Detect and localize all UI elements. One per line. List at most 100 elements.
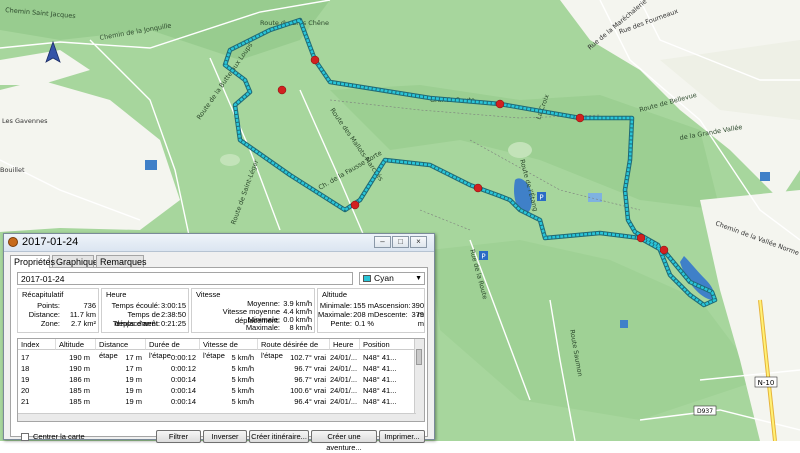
- stat-value: 8 km/h: [289, 323, 312, 332]
- stat-label: Descente:: [374, 310, 408, 319]
- table-cell[interactable]: 17: [21, 352, 53, 363]
- table-cell[interactable]: 185 m: [56, 385, 90, 396]
- track-direction-arrow: [575, 113, 585, 123]
- column-header[interactable]: Index: [18, 339, 56, 350]
- table-cell[interactable]: 19: [21, 374, 53, 385]
- column-header[interactable]: Route désirée de l'étape: [258, 339, 330, 360]
- tab-graph[interactable]: Graphique: [52, 255, 98, 267]
- table-cell[interactable]: 185 m: [56, 396, 90, 407]
- trackpoint-table[interactable]: Index Altitude Distance étape Durée de l…: [17, 338, 425, 422]
- table-cell[interactable]: 24/01/...: [330, 385, 360, 396]
- table-cell[interactable]: 20: [21, 385, 53, 396]
- invert-button[interactable]: Inverser: [203, 430, 247, 443]
- table-cell[interactable]: N48° 41...: [363, 363, 413, 374]
- horizontal-scrollbar[interactable]: [18, 413, 416, 421]
- table-cell[interactable]: 24/01/...: [330, 396, 360, 407]
- stat-label: Points:: [37, 301, 60, 310]
- table-cell[interactable]: 102.7° vrai: [258, 352, 326, 363]
- column-header[interactable]: Altitude: [56, 339, 96, 350]
- stat-label: Maximale:: [245, 323, 280, 332]
- table-cell[interactable]: 190 m: [56, 352, 90, 363]
- table-cell[interactable]: 5 km/h: [200, 363, 254, 374]
- color-select[interactable]: Cyan ▼: [359, 272, 425, 285]
- stat-label: Pente:: [330, 319, 352, 328]
- create-route-button[interactable]: Créer itinéraire...: [249, 430, 309, 443]
- table-cell[interactable]: 96.7° vrai: [258, 374, 326, 385]
- track-properties-window[interactable]: 2017-01-24 – □ × Propriétés Graphique Re…: [3, 233, 435, 452]
- table-cell[interactable]: 100.6° vrai: [258, 385, 326, 396]
- track-direction-arrow: [636, 233, 646, 243]
- map-label-bouillet: Bouillet: [0, 166, 25, 174]
- track-direction-arrow: [310, 55, 320, 65]
- stat-value: 0.1 %: [354, 319, 374, 328]
- table-cell[interactable]: 5 km/h: [200, 396, 254, 407]
- maximize-button[interactable]: □: [392, 236, 409, 248]
- track-name-input[interactable]: 2017-01-24: [17, 272, 353, 285]
- table-cell[interactable]: 0:00:14: [146, 396, 196, 407]
- column-header[interactable]: Position: [360, 339, 416, 350]
- column-header[interactable]: Vitesse de l'étape: [200, 339, 258, 360]
- center-map-checkbox[interactable]: [21, 433, 29, 441]
- table-cell[interactable]: 190 m: [56, 363, 90, 374]
- properties-panel: 2017-01-24 Cyan ▼ Récapitulatif Points: …: [10, 267, 428, 452]
- table-cell[interactable]: 21: [21, 396, 53, 407]
- table-cell[interactable]: 24/01/...: [330, 352, 360, 363]
- tab-properties[interactable]: Propriétés: [10, 255, 55, 268]
- table-cell[interactable]: 0:00:14: [146, 374, 196, 385]
- parking-icon: P: [537, 192, 546, 202]
- stat-value: 379 m: [411, 310, 424, 328]
- time-group: Heure Temps écoulé: 3:00:15 Temps de dép…: [101, 288, 189, 333]
- altitude-group: Altitude Minimale: 155 m Ascension: 390 …: [317, 288, 425, 333]
- table-cell[interactable]: N48° 41...: [363, 374, 413, 385]
- table-cell[interactable]: 18: [21, 363, 53, 374]
- table-cell[interactable]: 0:00:14: [146, 385, 196, 396]
- table-cell[interactable]: N48° 41...: [363, 352, 413, 363]
- tab-notes[interactable]: Remarques: [96, 255, 147, 267]
- column-header[interactable]: Heure: [330, 339, 360, 350]
- stat-value: 155 m: [353, 301, 374, 310]
- stat-value: 3:00:15: [160, 301, 186, 310]
- window-titlebar[interactable]: 2017-01-24 – □ ×: [4, 234, 434, 252]
- stat-label: Maximale:: [318, 310, 353, 319]
- table-cell[interactable]: 96.4° vrai: [258, 396, 326, 407]
- table-cell[interactable]: 0:00:12: [146, 363, 196, 374]
- column-header[interactable]: Durée de l'étape: [146, 339, 200, 360]
- table-cell[interactable]: 96.7° vrai: [258, 363, 326, 374]
- table-cell[interactable]: 17 m: [96, 363, 142, 374]
- table-cell[interactable]: 24/01/...: [330, 363, 360, 374]
- svg-text:D937: D937: [697, 408, 713, 415]
- track-icon: [8, 237, 18, 247]
- window-title: 2017-01-24: [22, 236, 79, 248]
- vertical-scrollbar[interactable]: [414, 339, 424, 421]
- table-cell[interactable]: 17 m: [96, 352, 142, 363]
- speed-group: Vitesse Moyenne: 3.9 km/h Vitesse moyenn…: [191, 288, 315, 333]
- table-cell[interactable]: 24/01/...: [330, 374, 360, 385]
- close-button[interactable]: ×: [410, 236, 427, 248]
- create-adventure-button[interactable]: Créer une aventure...: [311, 430, 377, 452]
- road-shield-d937: D937: [693, 405, 717, 416]
- track-direction-arrow: [495, 99, 505, 109]
- table-cell[interactable]: 19 m: [96, 374, 142, 385]
- parking-icon: P: [479, 251, 488, 261]
- column-header[interactable]: Distance étape: [96, 339, 146, 360]
- track-direction-arrow: [277, 85, 287, 95]
- table-cell[interactable]: N48° 41...: [363, 396, 413, 407]
- table-cell[interactable]: 5 km/h: [200, 385, 254, 396]
- table-cell[interactable]: N48° 41...: [363, 385, 413, 396]
- stat-value: 2.7 km²: [70, 319, 96, 328]
- table-cell[interactable]: 186 m: [56, 374, 90, 385]
- color-swatch: [363, 275, 371, 282]
- track-direction-arrow: [659, 245, 669, 255]
- filter-button[interactable]: Filtrer: [156, 430, 201, 443]
- table-cell[interactable]: 5 km/h: [200, 352, 254, 363]
- table-cell[interactable]: 0:00:12: [146, 352, 196, 363]
- stat-value: 208 m: [353, 310, 374, 319]
- group-title: Récapitulatif: [22, 290, 64, 299]
- table-cell[interactable]: 19 m: [96, 385, 142, 396]
- minimize-button[interactable]: –: [374, 236, 391, 248]
- print-button[interactable]: Imprimer...: [379, 430, 425, 443]
- table-cell[interactable]: 19 m: [96, 396, 142, 407]
- table-cell[interactable]: 5 km/h: [200, 374, 254, 385]
- group-title: Heure: [106, 290, 127, 299]
- scrollbar-thumb[interactable]: [416, 349, 422, 365]
